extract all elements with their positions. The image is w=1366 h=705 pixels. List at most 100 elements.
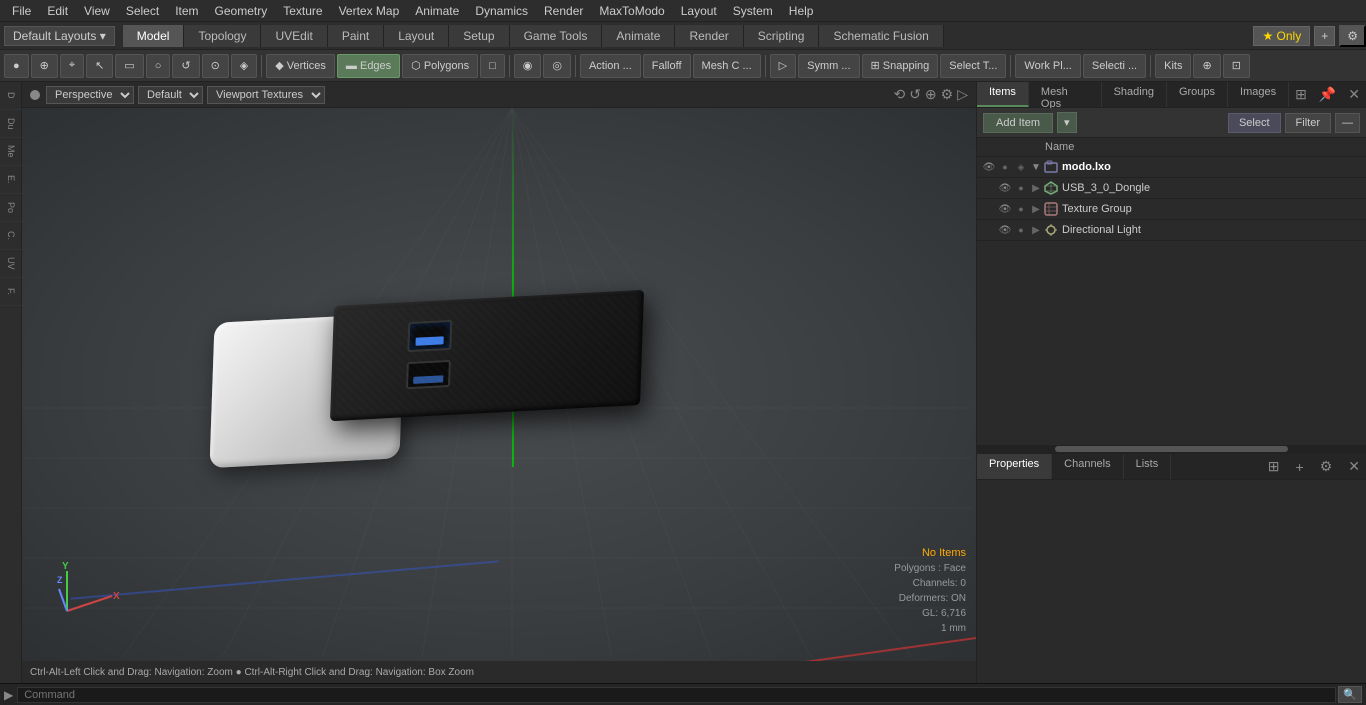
- layout-dropdown[interactable]: Default Layouts ▾: [4, 26, 115, 46]
- menu-geometry[interactable]: Geometry: [207, 2, 276, 20]
- list-item[interactable]: 👁 ● ▶ Directional Light: [977, 220, 1366, 241]
- tab-shading[interactable]: Shading: [1102, 82, 1167, 107]
- tab-mesh-ops[interactable]: Mesh Ops: [1029, 82, 1102, 107]
- menu-dynamics[interactable]: Dynamics: [467, 2, 536, 20]
- list-item[interactable]: 👁 ● ▶ USB_3_0_Dongle: [977, 178, 1366, 199]
- grid-icon-button[interactable]: ⊡: [1223, 54, 1250, 78]
- lock-toggle[interactable]: ●: [997, 159, 1013, 175]
- expand-button[interactable]: ▶: [1029, 223, 1043, 237]
- menu-maxtomode[interactable]: MaxToModo: [591, 2, 672, 20]
- visibility-toggle[interactable]: 👁: [981, 159, 997, 175]
- tab-scripting[interactable]: Scripting: [744, 25, 820, 47]
- list-item[interactable]: 👁 ● ▶ Texture Group: [977, 199, 1366, 220]
- tool-dot[interactable]: ●: [4, 54, 29, 78]
- kits-button[interactable]: Kits: [1155, 54, 1191, 78]
- tab-game-tools[interactable]: Game Tools: [510, 25, 603, 47]
- add-icon-button[interactable]: ⊕: [1193, 54, 1220, 78]
- selection-button[interactable]: Selecti ...: [1083, 54, 1146, 78]
- tab-setup[interactable]: Setup: [449, 25, 509, 47]
- tab-schematic-fusion[interactable]: Schematic Fusion: [819, 25, 943, 47]
- panel-pin-button[interactable]: 📌: [1313, 84, 1342, 105]
- tool-target[interactable]: ⊙: [202, 54, 229, 78]
- lock-toggle[interactable]: ●: [1013, 222, 1029, 238]
- layout-settings-button[interactable]: ⚙: [1339, 25, 1366, 47]
- polygons-button[interactable]: ⬡ Polygons: [402, 54, 478, 78]
- tab-properties[interactable]: Properties: [977, 454, 1052, 479]
- tool-box[interactable]: ▭: [115, 54, 143, 78]
- menu-texture[interactable]: Texture: [275, 2, 330, 20]
- properties-settings-button[interactable]: ⚙: [1314, 456, 1339, 477]
- menu-select[interactable]: Select: [118, 2, 167, 20]
- select-t-button[interactable]: Select T...: [940, 54, 1006, 78]
- render-toggle[interactable]: ◈: [1013, 159, 1029, 175]
- tool-circle[interactable]: ○: [146, 54, 171, 78]
- tab-paint[interactable]: Paint: [328, 25, 384, 47]
- properties-expand-button[interactable]: ⊞: [1262, 456, 1286, 477]
- menu-system[interactable]: System: [725, 2, 781, 20]
- sidebar-item-d[interactable]: D: [0, 82, 22, 110]
- work-plane-button[interactable]: Work Pl...: [1015, 54, 1080, 78]
- select-button[interactable]: Select: [1228, 113, 1281, 133]
- sidebar-item-du[interactable]: Du: [0, 110, 22, 138]
- reset-icon[interactable]: ↺: [909, 86, 921, 103]
- menu-animate[interactable]: Animate: [407, 2, 467, 20]
- tab-topology[interactable]: Topology: [184, 25, 261, 47]
- symmetry-button[interactable]: Symm ...: [798, 54, 859, 78]
- visibility-toggle[interactable]: 👁: [997, 222, 1013, 238]
- menu-item[interactable]: Item: [167, 2, 206, 20]
- sidebar-item-c[interactable]: C.: [0, 222, 22, 250]
- tab-render[interactable]: Render: [675, 25, 743, 47]
- expand-button[interactable]: ▶: [1029, 202, 1043, 216]
- panel-expand-button[interactable]: ⊞: [1289, 84, 1313, 105]
- texture-select[interactable]: Viewport Textures: [207, 86, 325, 104]
- star-only-button[interactable]: ★ Only: [1253, 26, 1310, 46]
- tab-groups[interactable]: Groups: [1167, 82, 1228, 107]
- tab-lists[interactable]: Lists: [1124, 454, 1172, 479]
- sidebar-item-f[interactable]: F.: [0, 278, 22, 306]
- properties-plus-button[interactable]: +: [1290, 457, 1310, 477]
- filter-button[interactable]: Filter: [1285, 113, 1331, 133]
- sidebar-item-po[interactable]: Po: [0, 194, 22, 222]
- tab-model[interactable]: Model: [123, 25, 185, 47]
- tab-channels[interactable]: Channels: [1052, 454, 1123, 479]
- vertices-button[interactable]: ◆ Vertices: [266, 54, 335, 78]
- play-button[interactable]: ▷: [770, 54, 796, 78]
- horizontal-scrollbar[interactable]: [977, 445, 1366, 453]
- tool-ring[interactable]: ◎: [543, 54, 571, 78]
- tool-diamond[interactable]: ◈: [231, 54, 257, 78]
- menu-vertex-map[interactable]: Vertex Map: [331, 2, 408, 20]
- viewport[interactable]: Perspective Default Viewport Textures ⟲ …: [22, 82, 976, 683]
- panel-close-button[interactable]: ✕: [1342, 84, 1366, 105]
- edges-button[interactable]: ▬ Edges: [337, 54, 400, 78]
- expand-button[interactable]: ▶: [1029, 181, 1043, 195]
- tool-filled-circle[interactable]: ◉: [514, 54, 542, 78]
- settings-icon[interactable]: ⚙: [941, 86, 954, 103]
- menu-view[interactable]: View: [76, 2, 118, 20]
- visibility-toggle[interactable]: 👁: [997, 201, 1013, 217]
- command-input[interactable]: [17, 687, 1336, 703]
- menu-help[interactable]: Help: [781, 2, 822, 20]
- expand-icon[interactable]: ▷: [957, 86, 968, 103]
- tool-arrow[interactable]: ↖: [86, 54, 113, 78]
- tab-items[interactable]: Items: [977, 82, 1029, 107]
- tool-center[interactable]: ⌖: [60, 54, 84, 78]
- add-layout-button[interactable]: +: [1314, 26, 1335, 46]
- add-item-button[interactable]: Add Item: [983, 113, 1053, 133]
- tab-uvedit[interactable]: UVEdit: [261, 25, 327, 47]
- lock-toggle[interactable]: ●: [1013, 201, 1029, 217]
- action-button[interactable]: Action ...: [580, 54, 641, 78]
- scroll-thumb[interactable]: [1055, 446, 1288, 452]
- tab-images[interactable]: Images: [1228, 82, 1289, 107]
- zoom-icon[interactable]: ⊕: [925, 86, 937, 103]
- command-arrow[interactable]: ▶: [4, 688, 13, 702]
- tab-layout[interactable]: Layout: [384, 25, 449, 47]
- tool-rotate[interactable]: ↺: [172, 54, 199, 78]
- properties-close-button[interactable]: ✕: [1342, 456, 1366, 477]
- lock-toggle[interactable]: ●: [1013, 180, 1029, 196]
- fit-icon[interactable]: ⟲: [893, 86, 905, 103]
- menu-layout[interactable]: Layout: [673, 2, 725, 20]
- menu-edit[interactable]: Edit: [39, 2, 76, 20]
- falloff-button[interactable]: Falloff: [643, 54, 691, 78]
- visibility-toggle[interactable]: 👁: [997, 180, 1013, 196]
- sidebar-item-e[interactable]: E.: [0, 166, 22, 194]
